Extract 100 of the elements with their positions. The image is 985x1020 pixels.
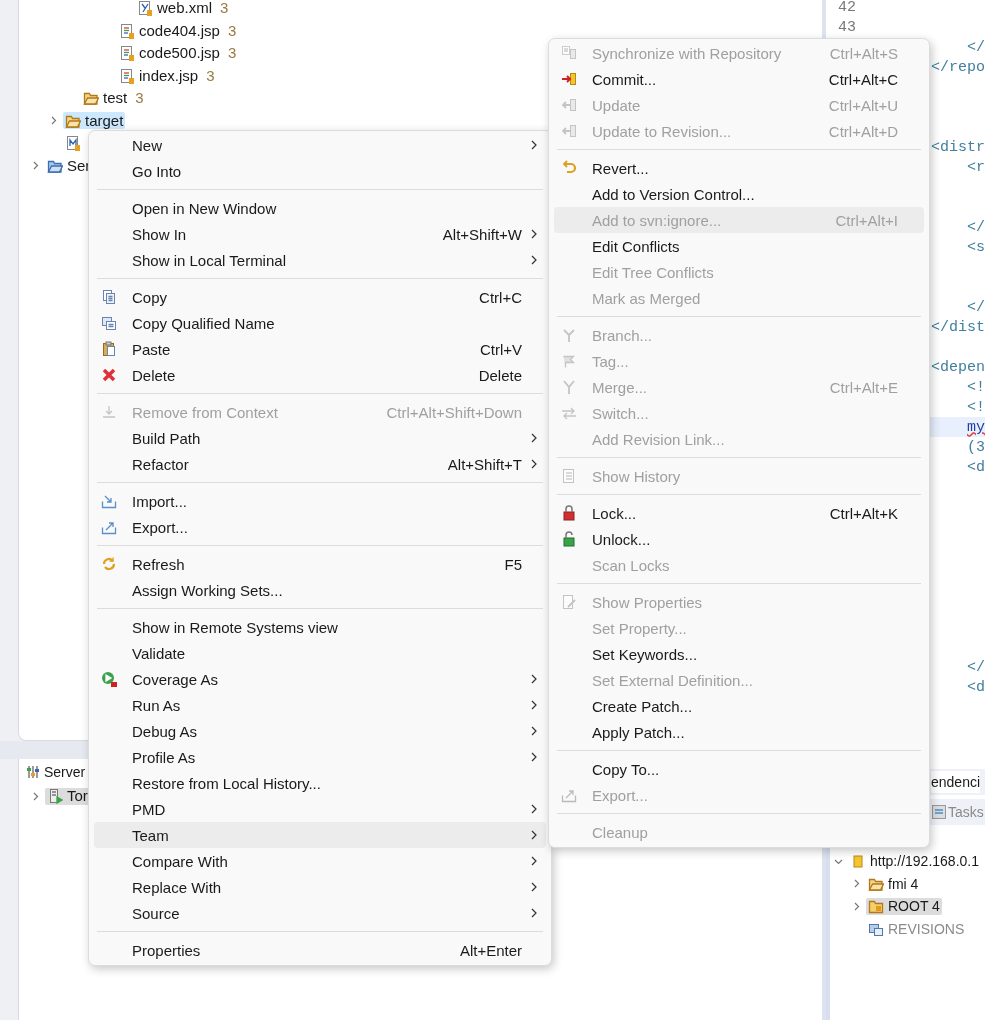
merge-arrows-icon	[561, 379, 577, 395]
code-text: <d	[967, 678, 985, 696]
menu-item[interactable]: Delete Delete	[94, 362, 546, 388]
arrow-cylinder-icon	[561, 97, 577, 113]
menu-item[interactable]: Coverage As	[94, 666, 546, 692]
menu-item[interactable]: Compare With	[94, 848, 546, 874]
menu-item[interactable]: Add to Version Control...	[554, 181, 924, 207]
refresh-icon	[101, 556, 117, 572]
menu-item[interactable]: Build Path	[94, 425, 546, 451]
line-number: 42	[838, 0, 856, 16]
tree-item[interactable]: test 3	[81, 89, 146, 107]
folder-icon	[868, 898, 884, 915]
tree-item[interactable]: target	[63, 112, 126, 130]
code-text: (3	[967, 438, 985, 456]
documents-icon	[101, 315, 117, 331]
fork-icon	[561, 327, 577, 343]
menu-item[interactable]: Paste Ctrl+V	[94, 336, 546, 362]
menu-item[interactable]: Restore from Local History...	[94, 770, 546, 796]
menu-item[interactable]: Set Keywords...	[554, 641, 924, 667]
menu-item[interactable]: Validate	[94, 640, 546, 666]
code-text: <!	[967, 378, 985, 396]
document-icon	[561, 468, 577, 484]
arrow-icon	[101, 404, 117, 420]
menu-item[interactable]: Copy To...	[554, 756, 924, 782]
delete-icon	[101, 367, 117, 383]
tray-arrow-icon	[561, 787, 577, 803]
code-text: <r	[967, 158, 985, 176]
menu-item[interactable]: Commit... Ctrl+Alt+C	[554, 66, 924, 92]
code-text: <d	[967, 458, 985, 476]
menu-item[interactable]: Copy Qualified Name	[94, 310, 546, 336]
code-text: <!	[967, 398, 985, 416]
file-icon	[119, 67, 135, 84]
circle-badge-icon	[101, 671, 117, 687]
tree-item[interactable]: ROOT 4	[866, 897, 942, 915]
menu-item[interactable]: Lock... Ctrl+Alt+K	[554, 500, 924, 526]
tree-item[interactable]: Ser	[45, 157, 93, 175]
menu-item[interactable]: Open in New Window	[94, 195, 546, 221]
documents-icon	[101, 289, 117, 305]
document-pencil-icon	[561, 594, 577, 610]
folder-icon	[83, 90, 99, 107]
menu-item[interactable]: Team	[94, 822, 546, 848]
menu-item[interactable]: Export...	[94, 514, 546, 540]
menu-item[interactable]: Profile As	[94, 744, 546, 770]
code-text: <distr	[931, 138, 985, 156]
chevron-icon[interactable]	[49, 116, 58, 126]
tray-arrow-icon	[101, 519, 117, 535]
line-number: 43	[838, 18, 856, 36]
file-icon	[119, 22, 135, 39]
code-text: <depen	[931, 358, 985, 376]
tree-item[interactable]: index.jsp 3	[117, 67, 217, 85]
tree-item[interactable]: http://192.168.0.1	[848, 852, 981, 870]
clipboard-icon	[931, 804, 947, 820]
view-tab[interactable]: endenci	[931, 771, 981, 793]
menu-item[interactable]: Refactor Alt+Shift+T	[94, 451, 546, 477]
code-text: <s	[967, 238, 985, 256]
menu-item[interactable]: Revert...	[554, 155, 924, 181]
code-text: </	[967, 658, 985, 676]
code-text: </dist	[931, 318, 985, 336]
code-text: </	[967, 38, 985, 56]
menu-item[interactable]: Refresh F5	[94, 551, 546, 577]
server-icon	[47, 788, 63, 805]
code-text: my	[967, 418, 985, 436]
padlock-icon	[561, 531, 577, 547]
code-text: </repo	[931, 58, 985, 76]
tree-item[interactable]: fmi 4	[866, 875, 921, 893]
chevron-icon[interactable]	[852, 879, 861, 889]
clipboard-icon	[101, 341, 117, 357]
menu-item[interactable]: PMD	[94, 796, 546, 822]
padlock-icon	[561, 505, 577, 521]
curved-arrow-icon	[561, 160, 577, 176]
tree-item[interactable]: code500.jsp 3	[117, 44, 239, 62]
chevron-icon[interactable]	[852, 901, 861, 911]
servers-tab[interactable]: Server	[25, 759, 86, 785]
menu-item[interactable]: Copy Ctrl+C	[94, 284, 546, 310]
server-item[interactable]: Tor	[45, 787, 90, 805]
menu-item[interactable]: Show in Local Terminal	[94, 247, 546, 273]
menu-item[interactable]: Assign Working Sets...	[94, 577, 546, 603]
menu-item[interactable]: Import...	[94, 488, 546, 514]
chevron-icon[interactable]	[31, 161, 40, 171]
menu-item[interactable]: Show in Remote Systems view	[94, 614, 546, 640]
chevron-icon[interactable]	[31, 791, 40, 801]
menu-item[interactable]: Source	[94, 900, 546, 926]
menu-item[interactable]: New	[94, 132, 546, 158]
arrow-cylinder-icon	[561, 123, 577, 139]
menu-item[interactable]: Run As	[94, 692, 546, 718]
tree-item[interactable]: code404.jsp 3	[117, 22, 239, 40]
sliders-icon	[25, 764, 41, 780]
menu-item[interactable]: Replace With	[94, 874, 546, 900]
double-arrow-icon	[561, 405, 577, 421]
file-icon	[65, 135, 81, 152]
menu-item[interactable]: Go Into	[94, 158, 546, 184]
menu-item[interactable]: Properties Alt+Enter	[94, 937, 546, 963]
menu-item[interactable]: Unlock...	[554, 526, 924, 552]
code-text: </	[967, 218, 985, 236]
menu-item[interactable]: Debug As	[94, 718, 546, 744]
tree-item[interactable]: web.xml 3	[135, 0, 231, 17]
menu-item[interactable]: Edit Conflicts	[554, 233, 924, 259]
menu-item[interactable]: Apply Patch...	[554, 719, 924, 745]
menu-item[interactable]: Create Patch...	[554, 693, 924, 719]
menu-item[interactable]: Show In Alt+Shift+W	[94, 221, 546, 247]
